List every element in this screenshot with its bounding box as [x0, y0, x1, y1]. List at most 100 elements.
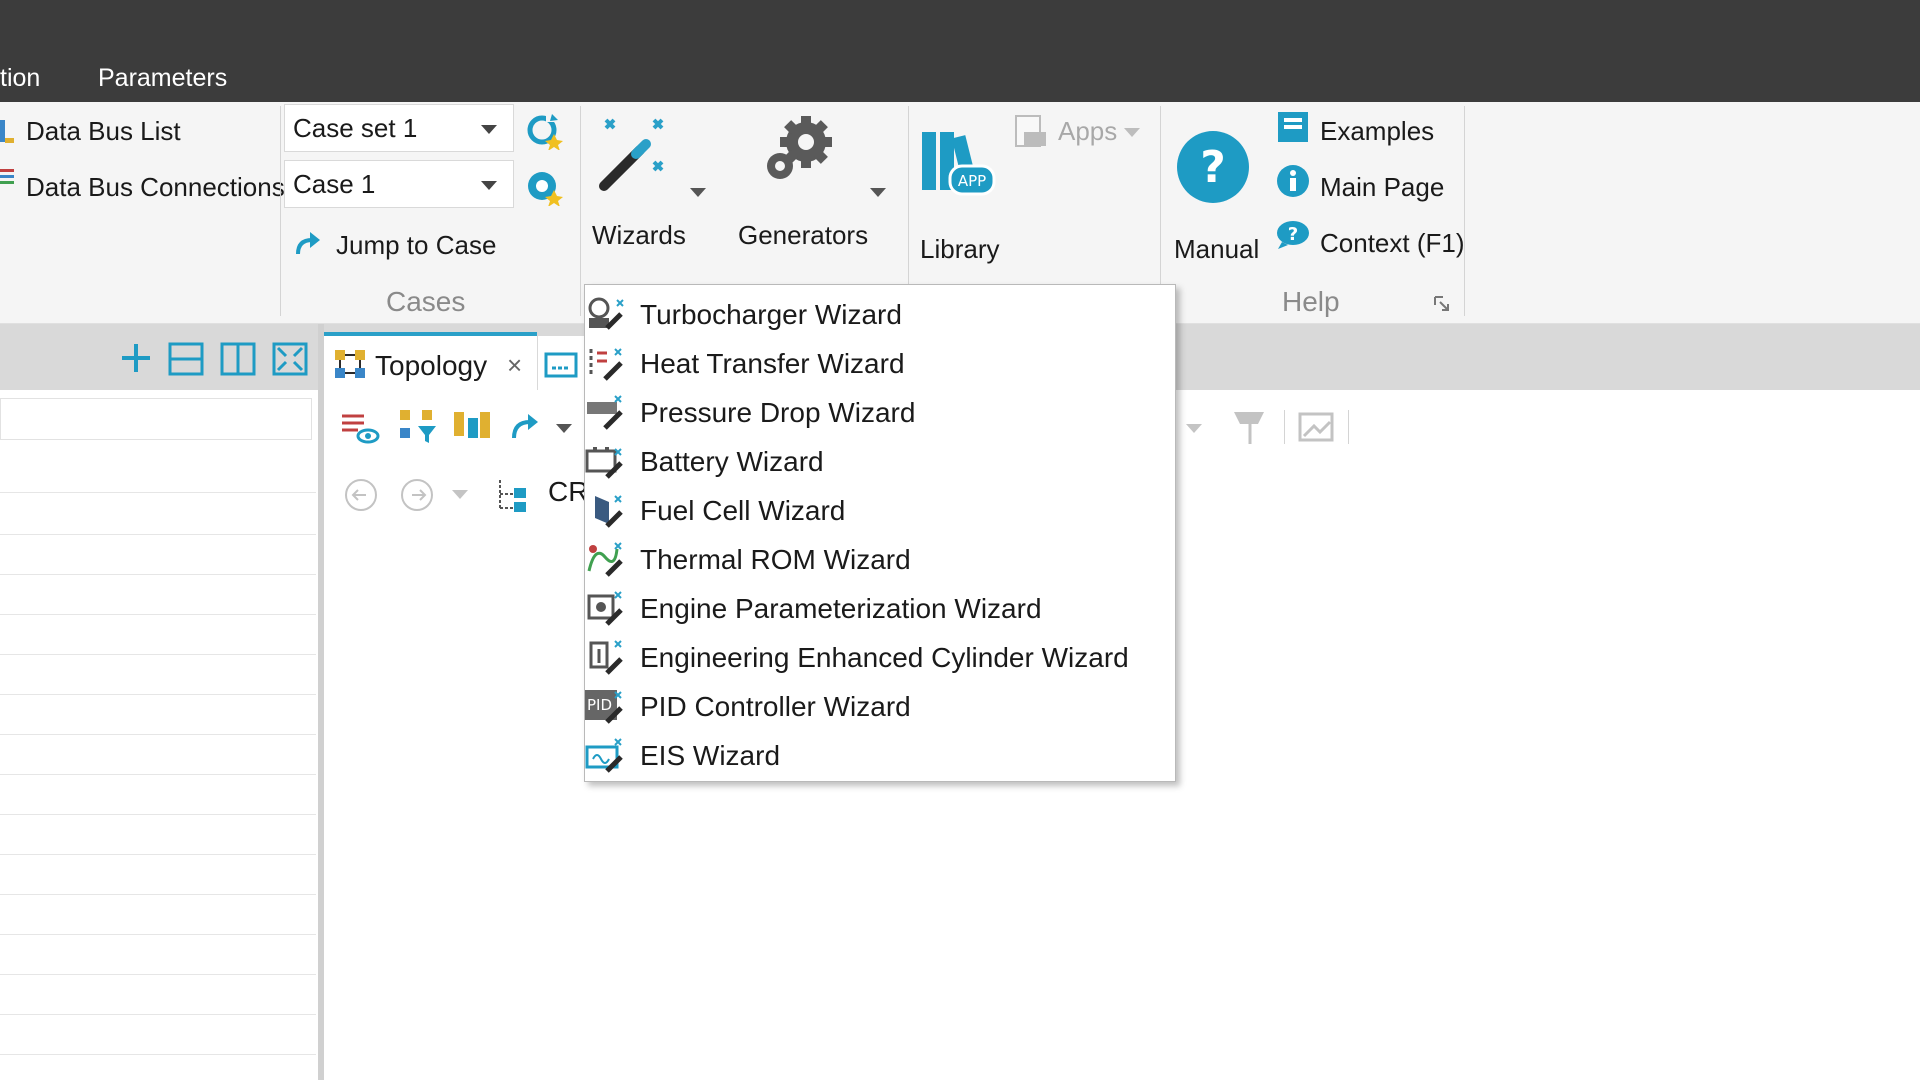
menu-item-enhanced-cylinder-wizard[interactable]: Engineering Enhanced Cylinder Wizard — [585, 632, 1175, 681]
split-vertical-icon[interactable] — [220, 342, 256, 376]
list-row-divider — [0, 894, 316, 895]
tab-close-icon[interactable]: × — [507, 350, 522, 381]
model-name-text: CR — [548, 476, 589, 507]
menu-item-fuel-cell-wizard[interactable]: Fuel Cell Wizard — [585, 485, 1175, 534]
turbocharger-wizard-icon — [585, 296, 625, 332]
case-refresh-icon[interactable] — [524, 110, 564, 151]
context-help-button[interactable]: Context (F1) — [1320, 228, 1465, 259]
tab-monitor[interactable] — [538, 336, 584, 390]
examples-button[interactable]: Examples — [1320, 116, 1434, 147]
group-separator — [280, 106, 281, 316]
list-row-divider — [0, 1014, 316, 1015]
list-row-divider — [0, 934, 316, 935]
menu-item-label: Turbocharger Wizard — [640, 299, 902, 330]
forward-icon — [400, 478, 434, 512]
pressure-drop-wizard-icon — [585, 394, 625, 430]
case-value: Case 1 — [293, 169, 376, 199]
generators-dropdown-arrow-icon[interactable] — [870, 188, 886, 197]
eis-wizard-icon — [585, 737, 625, 773]
panel-splitter[interactable] — [318, 324, 324, 1080]
generators-gear-icon[interactable] — [762, 116, 834, 188]
wizards-button[interactable]: Wizards — [592, 220, 686, 251]
heat-transfer-wizard-icon — [585, 345, 625, 381]
data-bus-connections-icon — [0, 164, 16, 190]
data-bus-connections-button[interactable]: Data Bus Connections — [26, 172, 285, 203]
add-icon[interactable] — [120, 342, 152, 374]
data-bus-list-icon — [0, 118, 16, 146]
manual-help-icon[interactable]: ? — [1176, 130, 1250, 204]
svg-text:?: ? — [1200, 142, 1226, 193]
topology-icon — [333, 348, 367, 380]
engine-parameterization-wizard-icon — [585, 590, 625, 626]
case-set-select[interactable]: Case set 1 — [284, 104, 514, 152]
list-row-divider — [0, 974, 316, 975]
list-row-divider — [0, 534, 316, 535]
data-bus-list-button[interactable]: Data Bus List — [26, 116, 181, 147]
split-horizontal-icon[interactable] — [168, 342, 204, 376]
list-row-divider — [0, 1054, 316, 1055]
dialog-launcher-icon[interactable] — [1434, 296, 1450, 312]
library-button[interactable]: Library — [920, 234, 999, 265]
svg-text:?: ? — [1288, 224, 1298, 245]
menu-item-pid-controller-wizard[interactable]: PID PID Controller Wizard — [585, 681, 1175, 730]
list-row-divider — [0, 734, 316, 735]
generators-button[interactable]: Generators — [738, 220, 868, 251]
list-row-divider — [0, 574, 316, 575]
chevron-down-icon — [481, 181, 497, 190]
visibility-filter-icon[interactable] — [340, 410, 380, 446]
menu-item-label: Heat Transfer Wizard — [640, 348, 905, 379]
menu-item-parameters[interactable]: Parameters — [98, 64, 227, 93]
menu-item-label: Pressure Drop Wizard — [640, 397, 916, 428]
apps-button: Apps — [1058, 116, 1118, 146]
group-separator — [1464, 106, 1465, 316]
menu-item-label: Fuel Cell Wizard — [640, 495, 846, 526]
thermal-rom-wizard-icon — [585, 541, 625, 577]
toolbar-separator — [1284, 410, 1285, 444]
group-separator — [580, 106, 581, 316]
menu-item-simulation[interactable]: tion — [0, 64, 40, 93]
main-page-button[interactable]: Main Page — [1320, 172, 1444, 203]
menu-item-turbocharger-wizard[interactable]: Turbocharger Wizard — [585, 289, 1175, 338]
list-row-divider — [0, 492, 316, 493]
toolbar-separator — [1348, 410, 1349, 444]
svg-text:APP: APP — [958, 172, 986, 190]
wizards-wand-icon[interactable] — [596, 112, 672, 196]
list-row-divider — [0, 854, 316, 855]
jump-arrow-icon — [294, 230, 322, 256]
redo-icon[interactable] — [510, 412, 542, 440]
chevron-down-icon — [481, 125, 497, 134]
redo-dropdown-arrow-icon[interactable] — [556, 424, 572, 433]
left-panel-filter-input[interactable] — [0, 398, 312, 440]
case-select[interactable]: Case 1 — [284, 160, 514, 208]
menu-item-thermal-rom-wizard[interactable]: Thermal ROM Wizard — [585, 534, 1175, 583]
wizards-dropdown-arrow-icon[interactable] — [690, 188, 706, 197]
list-row-divider — [0, 814, 316, 815]
menu-item-eis-wizard[interactable]: EIS Wizard — [585, 730, 1175, 779]
hierarchy-icon[interactable] — [494, 476, 530, 514]
apps-icon — [1014, 114, 1048, 150]
menu-item-label: PID Controller Wizard — [640, 691, 911, 722]
layout-icon[interactable] — [452, 408, 492, 444]
case-set-value: Case set 1 — [293, 113, 418, 143]
maximize-icon[interactable] — [272, 342, 308, 376]
wizards-dropdown-menu: Turbocharger Wizard Heat Transfer Wizard… — [584, 284, 1176, 782]
topology-filter-icon[interactable] — [398, 408, 438, 446]
menu-item-pressure-drop-wizard[interactable]: Pressure Drop Wizard — [585, 387, 1175, 436]
enhanced-cylinder-wizard-icon — [585, 639, 625, 675]
menu-item-engine-parameterization-wizard[interactable]: Engine Parameterization Wizard — [585, 583, 1175, 632]
menu-item-label: Battery Wizard — [640, 446, 824, 477]
back-icon — [344, 478, 378, 512]
list-row-divider — [0, 694, 316, 695]
toolbar-dropdown-arrow-icon — [1186, 424, 1202, 433]
library-books-icon[interactable]: APP — [920, 126, 996, 202]
list-row-divider — [0, 654, 316, 655]
case-setup-icon[interactable] — [524, 166, 564, 207]
monitor-icon — [544, 352, 578, 378]
tab-topology[interactable]: Topology × — [323, 332, 537, 390]
menu-item-heat-transfer-wizard[interactable]: Heat Transfer Wizard — [585, 338, 1175, 387]
manual-button[interactable]: Manual — [1174, 234, 1259, 265]
info-icon — [1276, 164, 1310, 198]
menu-item-battery-wizard[interactable]: Battery Wizard — [585, 436, 1175, 485]
jump-to-case-button[interactable]: Jump to Case — [336, 230, 496, 261]
fuel-cell-wizard-icon — [585, 492, 625, 528]
